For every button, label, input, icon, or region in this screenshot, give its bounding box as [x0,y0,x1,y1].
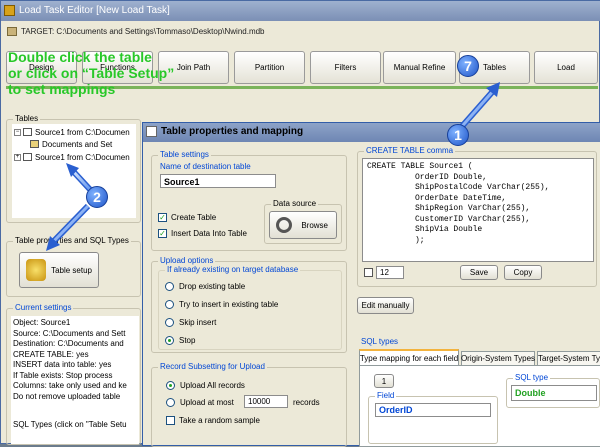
arrow-2-down [46,203,91,251]
callout-number: 1 [454,127,462,143]
callout-number: 7 [464,58,472,74]
callout-1-badge: 1 [447,124,469,146]
callout-number: 2 [93,189,101,205]
callout-arrows [46,82,500,251]
callout-7-badge: 7 [457,55,479,77]
callout-2-badge: 2 [86,186,108,208]
